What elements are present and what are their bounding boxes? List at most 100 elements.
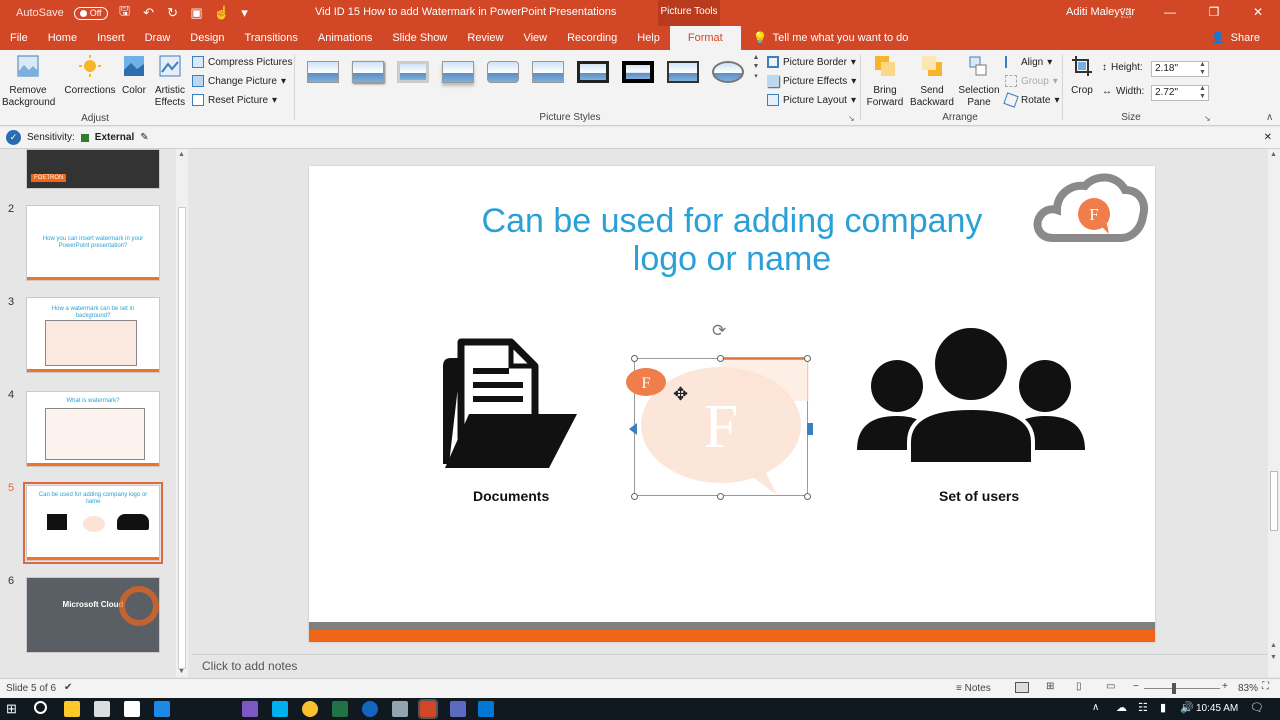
tab-recording[interactable]: Recording [557,26,627,50]
resize-handle-sw[interactable] [631,493,638,500]
cortana-icon[interactable] [34,701,47,714]
tab-home[interactable]: Home [38,26,87,50]
edge-icon[interactable] [154,701,170,717]
resize-handle-s[interactable] [717,493,724,500]
file-explorer-icon[interactable] [64,701,80,717]
slide-canvas[interactable]: Can be used for adding company logo or n… [309,166,1155,642]
spell-check-icon[interactable]: ✔ [64,682,72,693]
crop-button[interactable]: Crop [1066,54,1098,97]
zoom-in-icon[interactable]: + [1222,681,1228,692]
picture-layout-button[interactable]: Picture Layout ▾ [767,94,856,106]
gallery-more-icon[interactable]: ▾ [751,72,761,80]
clock-time[interactable]: 10:45 AM [1196,703,1238,714]
gallery-down-icon[interactable]: ▼ [751,63,761,70]
windows-start-icon[interactable]: ⊞ [6,701,17,717]
thumbnail-slide-3[interactable]: How a watermark can be set in background… [26,297,160,373]
tab-design[interactable]: Design [180,26,234,50]
tab-insert[interactable]: Insert [87,26,135,50]
redo-icon[interactable]: ↻ [166,5,180,21]
chrome-icon[interactable] [302,701,318,717]
tab-transitions[interactable]: Transitions [235,26,308,50]
action-center-icon[interactable]: 🗨 [1250,701,1264,714]
documents-caption[interactable]: Documents [473,488,549,504]
thumbnail-slide-5[interactable]: Can be used for adding company logo or n… [23,482,163,564]
normal-view-icon[interactable] [1015,682,1029,693]
network-icon[interactable]: ☷ [1138,701,1148,714]
store-icon[interactable] [94,701,110,717]
reset-picture-button[interactable]: Reset Picture ▾ [192,94,277,106]
close-icon[interactable]: ✕ [1236,0,1280,26]
picture-border-button[interactable]: Picture Border ▾ [767,56,856,68]
picture-style-option[interactable] [529,55,567,89]
onenote-icon[interactable] [242,701,258,717]
bring-forward-button[interactable]: Bring Forward [862,54,908,109]
crop-handle-left-icon[interactable] [629,423,637,435]
edit-pencil-icon[interactable]: ✎ [140,132,148,143]
rotate-button[interactable]: Rotate ▾ [1003,92,1060,108]
resize-handle-nw[interactable] [631,355,638,362]
ribbon-display-icon[interactable]: ⬚ [1104,0,1148,26]
size-dialog-launcher-icon[interactable]: ↘ [1204,114,1211,123]
color-button[interactable]: Color [118,54,150,97]
thumbnail-slide-4[interactable]: What is watermark? [26,391,160,467]
close-bar-icon[interactable]: ✕ [1264,132,1272,143]
thumbnail-slide-6[interactable]: Microsoft Cloud [26,577,160,653]
tab-format[interactable]: Format [669,26,741,50]
picture-style-option[interactable] [619,55,657,89]
picture-effects-button[interactable]: Picture Effects ▾ [767,75,856,87]
scroll-up-icon[interactable]: ▲ [1270,151,1277,158]
slide-title[interactable]: Can be used for adding company logo or n… [309,202,1155,278]
selection-pane-button[interactable]: Selection Pane [957,54,1001,109]
align-button[interactable]: Align ▾ [1005,56,1052,68]
dialog-launcher-icon[interactable]: ↘ [848,114,855,123]
compress-pictures-button[interactable]: Compress Pictures [192,56,292,68]
tab-animations[interactable]: Animations [308,26,382,50]
app-icon[interactable] [392,701,408,717]
mail-icon[interactable] [124,701,140,717]
scroll-up-icon[interactable]: ▲ [178,151,185,158]
save-icon[interactable]: 🖫 [118,2,132,24]
tab-review[interactable]: Review [457,26,513,50]
thumbnail-scrollbar[interactable]: ▲ ▼ [176,149,188,677]
selected-watermark-picture[interactable]: F F [626,357,813,496]
resize-handle-n[interactable] [717,355,724,362]
zoom-slider[interactable] [1144,688,1220,689]
touch-mode-icon[interactable]: ☝ [214,5,230,21]
powerpoint-icon[interactable] [418,699,438,719]
thumbnail-scroll-thumb[interactable] [178,207,186,669]
picture-style-option[interactable] [349,55,387,89]
rotation-handle-icon[interactable]: ⟳ [712,321,726,341]
height-spinner-icon[interactable]: ▲ ▼ [1199,61,1206,77]
picture-style-option[interactable] [664,55,702,89]
previous-slide-icon[interactable]: ▲ [1270,642,1277,649]
picture-style-option[interactable] [574,55,612,89]
tab-draw[interactable]: Draw [135,26,181,50]
thumbnail-slide-2[interactable]: How you can insert watermark in your Pow… [26,205,160,281]
picture-style-option[interactable] [709,55,747,89]
set-of-users-icon[interactable] [857,324,1085,466]
battery-icon[interactable]: ▮ [1160,701,1166,714]
volume-icon[interactable]: 🔊 [1180,701,1194,714]
restore-icon[interactable]: ❐ [1192,0,1236,26]
skype-icon[interactable] [272,701,288,717]
cloud-logo-icon[interactable]: F [1031,172,1149,246]
collapse-ribbon-icon[interactable]: ∧ [1266,112,1273,123]
tell-me-search[interactable]: 💡 Tell me what you want to do [753,31,909,45]
documents-folder-icon[interactable] [439,338,579,470]
onedrive-icon[interactable]: ☁ [1116,701,1127,714]
zoom-slider-thumb[interactable] [1172,683,1176,694]
slide-sorter-icon[interactable]: ⊞ [1046,681,1054,692]
notes-pane[interactable]: Click to add notes [192,654,1268,678]
customize-qat-icon[interactable]: ▾ [238,5,252,21]
autosave-toggle[interactable]: Off [73,6,108,20]
minimize-icon[interactable]: — [1148,0,1192,26]
fit-to-window-icon[interactable]: ⛶ [1262,681,1269,692]
tab-file[interactable]: File [0,26,38,50]
tab-slide-show[interactable]: Slide Show [382,26,457,50]
width-spinner-icon[interactable]: ▲ ▼ [1199,85,1206,101]
slide-show-icon[interactable]: ▭ [1106,681,1115,692]
notes-toggle-button[interactable]: ≡ Notes [956,683,991,694]
scroll-down-icon[interactable]: ▼ [178,668,185,675]
zoom-level[interactable]: 83% [1238,683,1258,694]
picture-style-option[interactable] [394,55,432,89]
